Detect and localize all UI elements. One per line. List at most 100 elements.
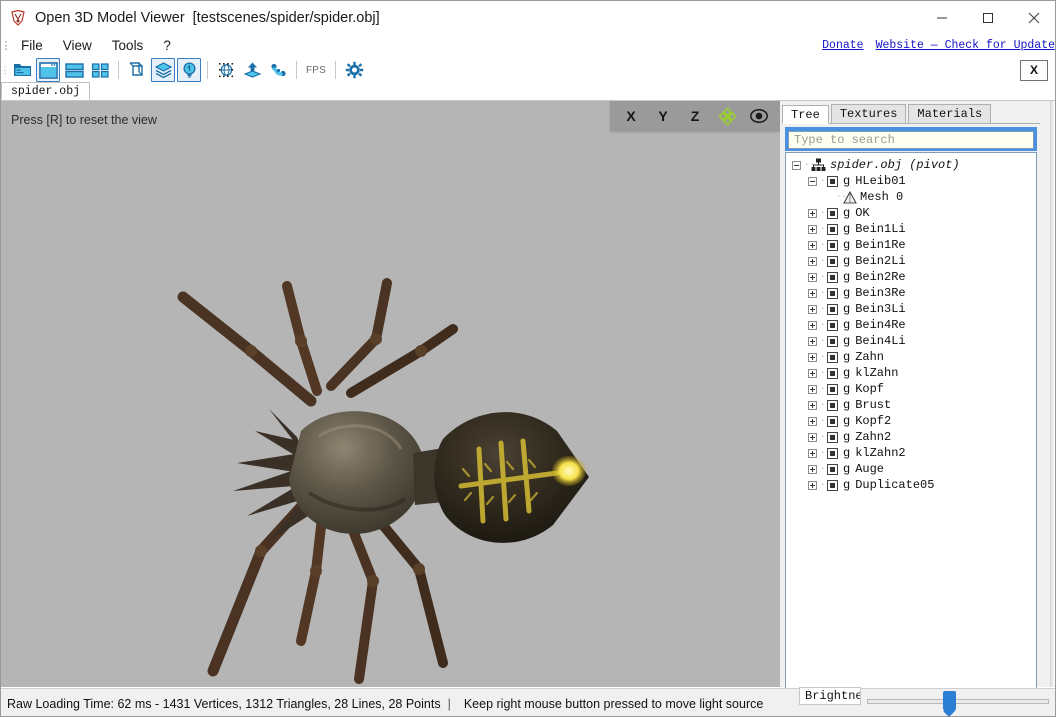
show-grid-button[interactable]: [214, 58, 238, 82]
expand-node-icon[interactable]: [808, 464, 817, 474]
node-box-icon[interactable]: [827, 479, 838, 491]
tab-textures[interactable]: Textures: [830, 104, 907, 123]
tree-node[interactable]: ·· g Brust: [792, 397, 1036, 413]
brightness-slider-track[interactable]: [867, 699, 1049, 704]
menu-item-tools[interactable]: Tools: [102, 36, 154, 55]
node-box-icon[interactable]: [827, 351, 838, 363]
panel-scrollbar[interactable]: [1050, 101, 1055, 687]
rotate-gizmo-button[interactable]: [712, 102, 742, 130]
node-box-icon[interactable]: [827, 175, 838, 187]
lighting-button[interactable]: [177, 58, 201, 82]
expand-node-icon[interactable]: [808, 288, 817, 298]
collapse-node-icon[interactable]: [808, 176, 817, 186]
scene-tree[interactable]: ·· spider.obj (pivot) ·· g HLeib01 ·· Mesh 0 ··…: [785, 152, 1037, 716]
single-view-button[interactable]: [36, 58, 60, 82]
tree-node[interactable]: ·· Mesh 0: [792, 189, 1036, 205]
node-box-icon[interactable]: [827, 447, 838, 459]
donate-link[interactable]: Donate: [822, 39, 863, 52]
node-box-icon[interactable]: [827, 399, 838, 411]
expand-node-icon[interactable]: [808, 304, 817, 314]
node-box-icon[interactable]: [827, 271, 838, 283]
quad-view-button[interactable]: [88, 58, 112, 82]
toolbar-grip-handle[interactable]: ⋮: [1, 57, 10, 83]
tree-node[interactable]: ·· g Bein3Li: [792, 301, 1036, 317]
expand-node-icon[interactable]: [808, 256, 817, 266]
wireframe-button[interactable]: [125, 58, 149, 82]
expand-node-icon[interactable]: [808, 400, 817, 410]
brightness-slider-thumb[interactable]: [943, 691, 957, 716]
node-box-icon[interactable]: [827, 287, 838, 299]
tree-node[interactable]: ·· g Bein1Li: [792, 221, 1036, 237]
expand-node-icon[interactable]: [808, 336, 817, 346]
menu-item-view[interactable]: View: [53, 36, 102, 55]
node-box-icon[interactable]: [827, 335, 838, 347]
tree-node[interactable]: ·· g Duplicate05: [792, 477, 1036, 493]
expand-node-icon[interactable]: [808, 480, 817, 490]
expand-node-icon[interactable]: [808, 352, 817, 362]
expand-node-icon[interactable]: [808, 416, 817, 426]
tree-node[interactable]: ·· g Kopf: [792, 381, 1036, 397]
collapse-node-icon[interactable]: [792, 160, 801, 170]
view-axis-z-button[interactable]: Z: [680, 102, 710, 130]
website-update-link[interactable]: Website — Check for Update: [876, 39, 1055, 52]
close-document-button[interactable]: X: [1020, 59, 1048, 81]
node-box-icon[interactable]: [827, 431, 838, 443]
expand-node-icon[interactable]: [808, 448, 817, 458]
expand-node-icon[interactable]: [808, 240, 817, 250]
node-box-icon[interactable]: [827, 319, 838, 331]
view-axis-x-button[interactable]: X: [616, 102, 646, 130]
tree-node[interactable]: ·· g HLeib01: [792, 173, 1036, 189]
tree-node[interactable]: ·· g Bein1Re: [792, 237, 1036, 253]
tree-node[interactable]: ·· g klZahn2: [792, 445, 1036, 461]
expand-node-icon[interactable]: [808, 368, 817, 378]
minimize-button[interactable]: [919, 1, 965, 34]
tab-materials[interactable]: Materials: [908, 104, 992, 123]
view-axis-y-button[interactable]: Y: [648, 102, 678, 130]
node-box-icon[interactable]: [827, 383, 838, 395]
tree-node[interactable]: ·· g Zahn2: [792, 429, 1036, 445]
3d-viewport[interactable]: Press [R] to reset the view X Y Z: [1, 101, 780, 687]
tree-node[interactable]: ·· g Kopf2: [792, 413, 1036, 429]
node-box-icon[interactable]: [827, 207, 838, 219]
visibility-toggle-button[interactable]: [744, 102, 774, 130]
expand-node-icon[interactable]: [808, 272, 817, 282]
menu-grip-handle[interactable]: ⋮: [1, 34, 12, 57]
node-box-icon[interactable]: [827, 415, 838, 427]
brightness-slider[interactable]: [867, 691, 1049, 716]
tree-node[interactable]: ·· g Bein4Re: [792, 317, 1036, 333]
expand-node-icon[interactable]: [808, 320, 817, 330]
split-horizontal-button[interactable]: [62, 58, 86, 82]
maximize-button[interactable]: [965, 1, 1011, 34]
node-box-icon[interactable]: [827, 255, 838, 267]
node-box-icon[interactable]: [827, 239, 838, 251]
expand-node-icon[interactable]: [808, 432, 817, 442]
expand-node-icon[interactable]: [808, 384, 817, 394]
tree-node[interactable]: ·· g Bein3Re: [792, 285, 1036, 301]
menu-item-file[interactable]: File: [11, 36, 53, 55]
expand-node-icon[interactable]: [808, 208, 817, 218]
tree-node[interactable]: ·· g Bein2Re: [792, 269, 1036, 285]
document-tab-spider-obj[interactable]: spider.obj: [1, 82, 91, 100]
fps-indicator[interactable]: FPS: [302, 65, 330, 76]
textures-button[interactable]: [151, 58, 175, 82]
open-file-button[interactable]: [10, 58, 34, 82]
settings-button[interactable]: [342, 58, 366, 82]
tree-node[interactable]: ·· g Bein4Li: [792, 333, 1036, 349]
tree-node[interactable]: ·· g Bein2Li: [792, 253, 1036, 269]
skeleton-button[interactable]: [266, 58, 290, 82]
search-input[interactable]: [788, 131, 1034, 149]
close-window-button[interactable]: [1011, 1, 1055, 34]
node-box-icon[interactable]: [827, 303, 838, 315]
node-box-icon[interactable]: [827, 463, 838, 475]
export-button[interactable]: [240, 58, 264, 82]
tree-node[interactable]: ·· g OK: [792, 205, 1036, 221]
menu-item-help[interactable]: ?: [153, 36, 181, 55]
tree-node[interactable]: ·· g Auge: [792, 461, 1036, 477]
node-box-icon[interactable]: [827, 367, 838, 379]
node-box-icon[interactable]: [827, 223, 838, 235]
expand-node-icon[interactable]: [808, 224, 817, 234]
tree-node[interactable]: ·· g klZahn: [792, 365, 1036, 381]
tree-node[interactable]: ·· spider.obj (pivot): [792, 157, 1036, 173]
tab-tree[interactable]: Tree: [782, 105, 829, 124]
tree-node[interactable]: ·· g Zahn: [792, 349, 1036, 365]
